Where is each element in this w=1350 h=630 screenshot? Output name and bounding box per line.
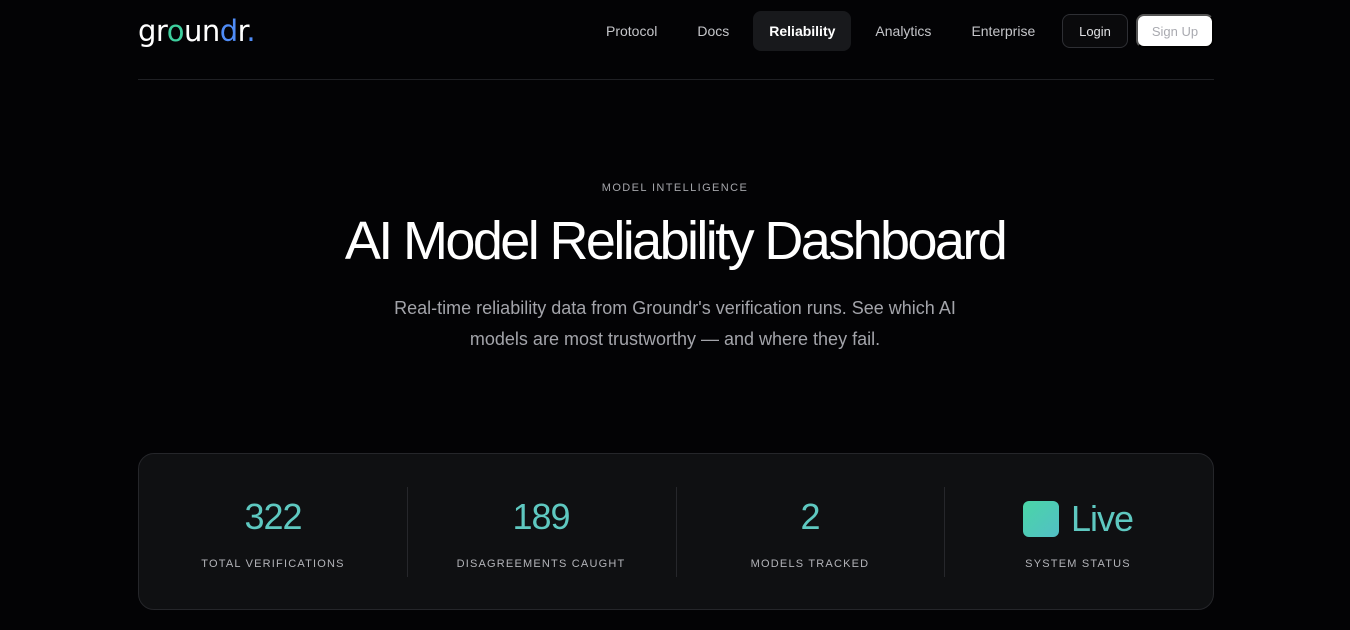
nav-analytics[interactable]: Analytics xyxy=(855,11,951,51)
main-nav: Protocol Docs Reliability Analytics Ente… xyxy=(586,11,1055,51)
hero-eyebrow: MODEL INTELLIGENCE xyxy=(601,182,749,194)
page-title: AI Model Reliability Dashboard xyxy=(344,211,1008,271)
stat-label: TOTAL VERIFICATIONS xyxy=(201,558,345,570)
stat-total-verifications: 322 TOTAL VERIFICATIONS xyxy=(139,454,407,611)
site-header: groundr. Protocol Docs Reliability Analy… xyxy=(138,0,1214,80)
status-square-icon xyxy=(1022,501,1059,537)
login-button[interactable]: Login xyxy=(1062,14,1128,48)
signup-button[interactable]: Sign Up xyxy=(1136,14,1214,48)
stat-value: 189 xyxy=(512,496,570,537)
stats-panel: 322 TOTAL VERIFICATIONS 189 DISAGREEMENT… xyxy=(138,453,1214,610)
stat-value: 322 xyxy=(244,496,302,537)
logo[interactable]: groundr. xyxy=(138,14,256,48)
hero-subtitle: Real-time reliability data from Groundr'… xyxy=(394,298,956,349)
stat-label: DISAGREEMENTS CAUGHT xyxy=(456,558,626,570)
stat-models-tracked: 2 MODELS TRACKED xyxy=(676,454,944,611)
status-indicator: Live xyxy=(944,498,1212,540)
nav-enterprise[interactable]: Enterprise xyxy=(951,11,1055,51)
stat-label: SYSTEM STATUS xyxy=(1025,558,1131,570)
nav-protocol[interactable]: Protocol xyxy=(586,11,677,51)
stat-label: MODELS TRACKED xyxy=(750,558,870,570)
stat-disagreements-caught: 189 DISAGREEMENTS CAUGHT xyxy=(407,454,675,611)
stat-value: Live xyxy=(1070,498,1134,539)
page: groundr. Protocol Docs Reliability Analy… xyxy=(0,0,1350,630)
nav-docs[interactable]: Docs xyxy=(677,11,749,51)
nav-reliability[interactable]: Reliability xyxy=(753,11,852,51)
stat-system-status: Live SYSTEM STATUS xyxy=(944,454,1212,611)
stat-value: 2 xyxy=(800,496,820,537)
